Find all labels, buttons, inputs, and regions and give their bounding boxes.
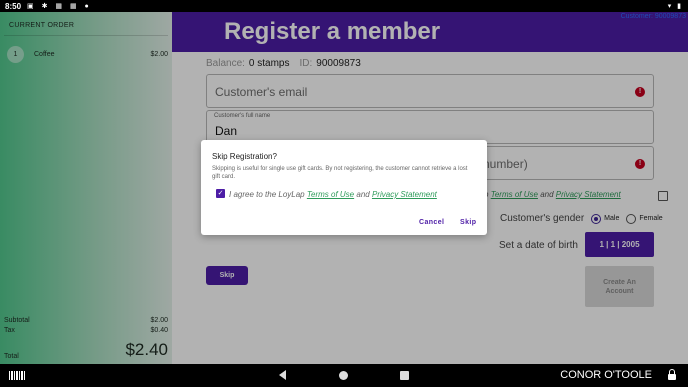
- recent-apps-icon[interactable]: [400, 371, 409, 380]
- dialog-message: Skipping is useful for single use gift c…: [212, 166, 468, 180]
- agree-checkbox[interactable]: ✓: [216, 189, 225, 198]
- back-icon[interactable]: [279, 370, 286, 380]
- barcode-icon[interactable]: [9, 371, 26, 380]
- app-screen: CURRENT ORDER 1 Coffee $2.00 Subtotal $2…: [0, 12, 688, 364]
- dialog-consent-and: and: [356, 190, 370, 199]
- lock-icon[interactable]: [668, 369, 676, 380]
- signal-battery-icons: ▾ ▮: [667, 3, 683, 10]
- dialog-privacy-link[interactable]: Privacy Statement: [372, 190, 437, 199]
- dialog-cancel-button[interactable]: Cancel: [419, 219, 444, 226]
- dialog-consent-text: I agree to the LoyLap Terms of Use and P…: [229, 190, 437, 199]
- home-icon[interactable]: [339, 371, 348, 380]
- skip-registration-dialog: Skip Registration? Skipping is useful fo…: [201, 140, 487, 235]
- dialog-skip-button[interactable]: Skip: [460, 219, 476, 226]
- notification-icons: ▣ ✱ ▦ ▦ ●: [27, 3, 92, 10]
- user-name: CONOR O'TOOLE: [560, 369, 652, 381]
- navigation-bar: CONOR O'TOOLE: [0, 364, 688, 387]
- dialog-title: Skip Registration?: [212, 152, 277, 161]
- status-time: 8:50: [5, 1, 22, 11]
- status-bar: 8:50 ▣ ✱ ▦ ▦ ● ▾ ▮: [0, 0, 688, 12]
- dialog-consent-prefix: I agree to the LoyLap: [229, 190, 305, 199]
- dialog-terms-link[interactable]: Terms of Use: [307, 190, 354, 199]
